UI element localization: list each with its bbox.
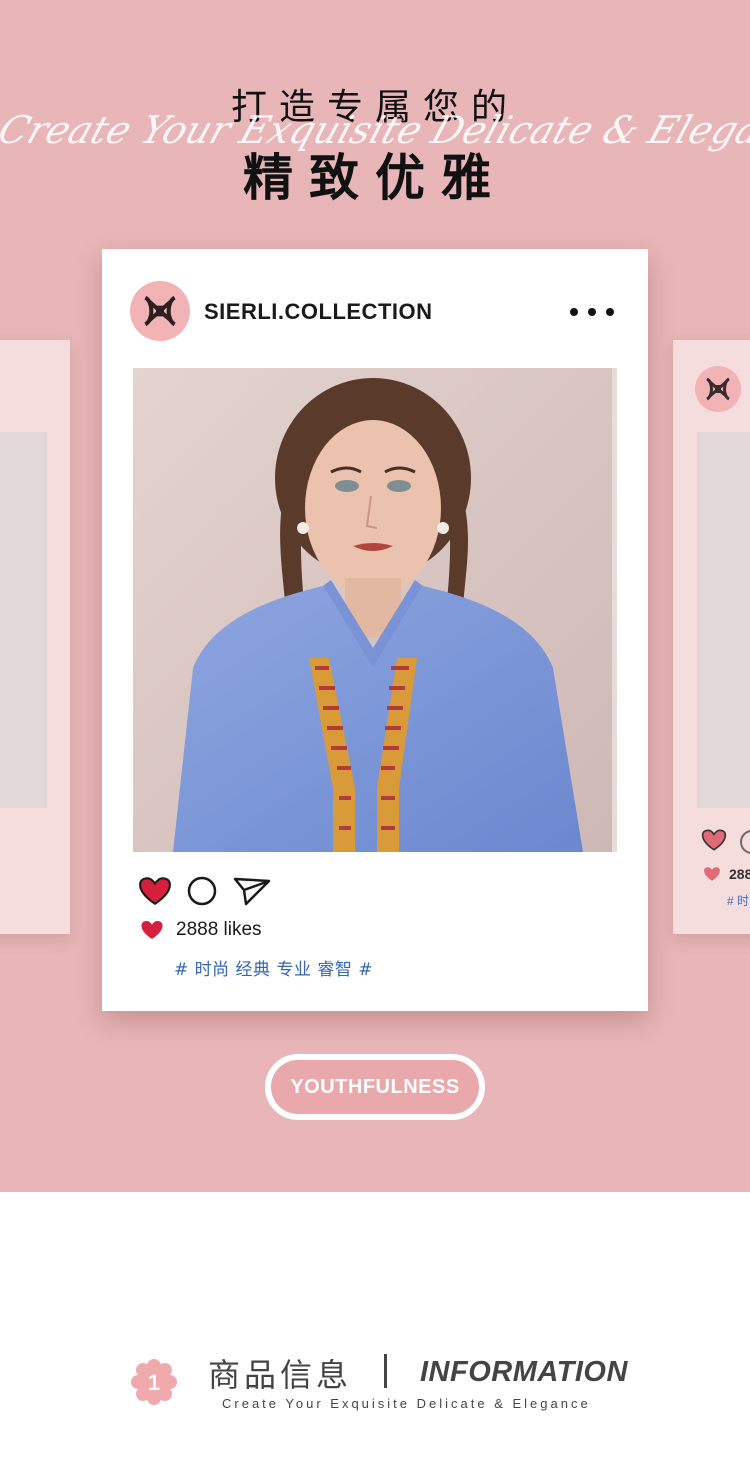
heart-icon[interactable] (138, 876, 172, 906)
post-username[interactable]: SIERLI.COLLECTION (204, 299, 433, 325)
comment-circle-icon[interactable] (186, 875, 218, 907)
ghost-photo (0, 432, 47, 808)
more-dots-icon (606, 308, 614, 316)
send-icon[interactable] (232, 875, 272, 907)
more-dots-icon (570, 308, 578, 316)
heart-icon (701, 829, 727, 851)
photo-edge (612, 368, 617, 852)
brand-logo-icon (695, 366, 741, 412)
section-title-en: INFORMATION (420, 1356, 628, 1388)
hashtags: # 时 (727, 894, 750, 908)
brand-logo-icon[interactable] (130, 281, 190, 341)
section-heading: 1 商品信息 INFORMATION Create Your Exquisite… (0, 1340, 750, 1420)
heart-icon (141, 921, 163, 939)
hero-background: 打造专属您的 Create Your Exquisite Delicate & … (0, 0, 750, 1192)
youthfulness-button[interactable]: YOUTHFULNESS (265, 1054, 485, 1120)
more-options-button[interactable] (570, 301, 614, 323)
post-actions (138, 875, 286, 907)
post-photo (133, 368, 617, 852)
post-card: SIERLI.COLLECTION 2888 likes # 时尚 经典 专业 … (102, 249, 648, 1011)
likes-count: 2888 likes (176, 919, 262, 940)
heart-icon (704, 867, 720, 881)
likes-count: 288 (729, 866, 750, 882)
likes-row: 2888 likes (140, 919, 262, 941)
model-illustration (133, 368, 617, 852)
section-subtitle: Create Your Exquisite Delicate & Eleganc… (222, 1396, 591, 1411)
section-title-cn: 商品信息 (208, 1356, 353, 1394)
side-card-right: 288 # 时 (673, 340, 750, 934)
hero-script-text: Create Your Exquisite Delicate & Eleganc… (0, 108, 750, 152)
badge-number: 1 (148, 1370, 160, 1395)
side-card-left (0, 340, 70, 934)
ghost-photo (697, 432, 750, 808)
more-dots-icon (588, 308, 596, 316)
comment-circle-icon (740, 830, 750, 854)
flower-badge-icon: 1 (131, 1359, 177, 1405)
title-divider (384, 1354, 387, 1388)
hashtags[interactable]: # 时尚 经典 专业 睿智 # (174, 955, 373, 980)
